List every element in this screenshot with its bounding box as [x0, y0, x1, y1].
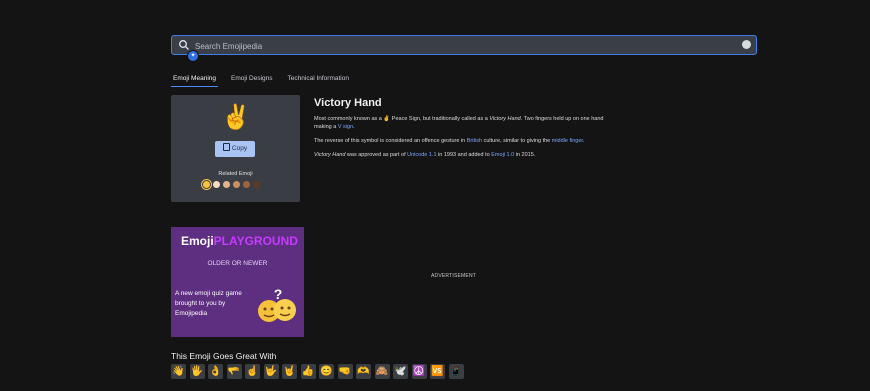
text: culture, similar to giving the — [482, 138, 552, 144]
pin-icon[interactable]: ✦ — [187, 50, 199, 62]
page: ✦ Emoji Meaning Emoji Designs Technical … — [0, 0, 870, 391]
related-emoji-button[interactable]: 🤟 — [263, 364, 279, 379]
tab-technical-information[interactable]: Technical Information — [286, 73, 351, 87]
related-emoji-button[interactable]: ☮️ — [411, 364, 427, 379]
description-paragraph: Most commonly known as a ✌️ Peace Sign, … — [314, 115, 614, 131]
emoji-playground-promo[interactable]: EmojiPLAYGROUND OLDER OR NEWER A new emo… — [171, 227, 304, 337]
text: Victory Hand — [314, 152, 346, 158]
search-icon — [179, 40, 189, 50]
related-emoji-button[interactable]: 👍 — [300, 364, 316, 379]
link-british[interactable]: British — [467, 138, 482, 144]
playground-title-a: Emoji — [181, 234, 214, 248]
description-paragraph: Victory Hand was approved as part of Uni… — [314, 151, 614, 159]
link-unicode-1-1[interactable]: Unicode 1.1 — [407, 152, 436, 158]
skin-tone-swatch[interactable] — [243, 181, 250, 188]
skin-tone-swatch[interactable] — [233, 181, 240, 188]
related-emoji-button[interactable]: 📱 — [448, 364, 464, 379]
svg-text:?: ? — [274, 286, 283, 302]
link-middle-finger[interactable]: middle finger — [552, 138, 583, 144]
related-emoji-button[interactable]: 🆚 — [430, 364, 445, 379]
related-emoji-button[interactable]: 🤜 — [337, 364, 353, 379]
text: The reverse of this symbol is considered… — [314, 138, 467, 144]
tab-emoji-meaning[interactable]: Emoji Meaning — [171, 73, 218, 87]
goes-great-with-list: 👋 🖐️ 👌 🫳 ☝️ 🤟 🤘 👍 😊 🤜 🫶 🙈 🕊️ ☮️ 🆚 📱 — [171, 364, 464, 379]
copy-label: Copy — [231, 145, 248, 152]
related-emoji-label: Related Emoji — [218, 171, 253, 177]
playground-subtitle: OLDER OR NEWER — [207, 260, 268, 267]
related-emoji-button[interactable]: 🖐️ — [189, 364, 205, 379]
thinking-faces-icon: ? — [258, 286, 296, 322]
text: . — [353, 124, 355, 130]
emoji-description: Victory Hand Most commonly known as a ✌️… — [314, 97, 614, 165]
link-v-sign[interactable]: V sign — [338, 124, 353, 130]
text: Peace Sign, but traditionally called as … — [390, 116, 490, 122]
advertisement-label: ADVERTISEMENT — [431, 273, 477, 279]
related-emoji-button[interactable]: 🕊️ — [393, 364, 408, 379]
playground-text: A new emoji quiz game brought to you by … — [175, 290, 242, 317]
related-emoji-button[interactable]: 👌 — [208, 364, 223, 379]
page-title: Victory Hand — [314, 97, 382, 109]
emoji-toggle-icon[interactable] — [742, 40, 751, 49]
skin-tone-swatches — [201, 179, 260, 190]
related-emoji-button[interactable]: 😊 — [319, 364, 334, 379]
skin-tone-swatch[interactable] — [201, 179, 212, 190]
playground-title-b: PLAYGROUND — [213, 234, 298, 248]
skin-tone-swatch[interactable] — [213, 181, 220, 188]
search-input[interactable] — [193, 38, 717, 54]
copy-icon — [222, 143, 230, 151]
skin-tone-swatch[interactable] — [253, 181, 260, 188]
text: Most commonly known as a — [314, 116, 384, 122]
related-emoji-button[interactable]: ☝️ — [245, 364, 260, 379]
text: in 2015. — [514, 152, 536, 158]
related-emoji-button[interactable]: 🫶 — [356, 364, 371, 379]
related-emoji-button[interactable]: 🙈 — [374, 364, 390, 379]
emoji-glyph: ✌️ — [221, 104, 251, 131]
search-bar[interactable]: ✦ — [171, 35, 757, 62]
text: was approved as part of — [345, 152, 408, 158]
text: in 1993 and added to — [436, 152, 492, 158]
related-emoji-button[interactable]: 👋 — [171, 364, 186, 379]
emoji-card: ✌️ Copy Related Emoji — [171, 95, 300, 202]
related-emoji-button[interactable]: 🫳 — [226, 364, 242, 379]
description-paragraph: The reverse of this symbol is considered… — [314, 137, 614, 145]
text: . — [582, 138, 585, 144]
goes-great-with-title: This Emoji Goes Great With — [171, 351, 277, 361]
text: Victory Hand — [489, 116, 521, 122]
related-emoji-button[interactable]: 🤘 — [282, 364, 297, 379]
tab-emoji-designs[interactable]: Emoji Designs — [229, 73, 275, 87]
tab-bar: Emoji Meaning Emoji Designs Technical In… — [171, 73, 351, 87]
link-emoji-1-0[interactable]: Emoji 1.0 — [491, 152, 514, 158]
skin-tone-swatch[interactable] — [223, 181, 230, 188]
content-background — [0, 0, 870, 391]
copy-button[interactable]: Copy — [215, 141, 255, 157]
playground-title: EmojiPLAYGROUND — [181, 234, 298, 248]
